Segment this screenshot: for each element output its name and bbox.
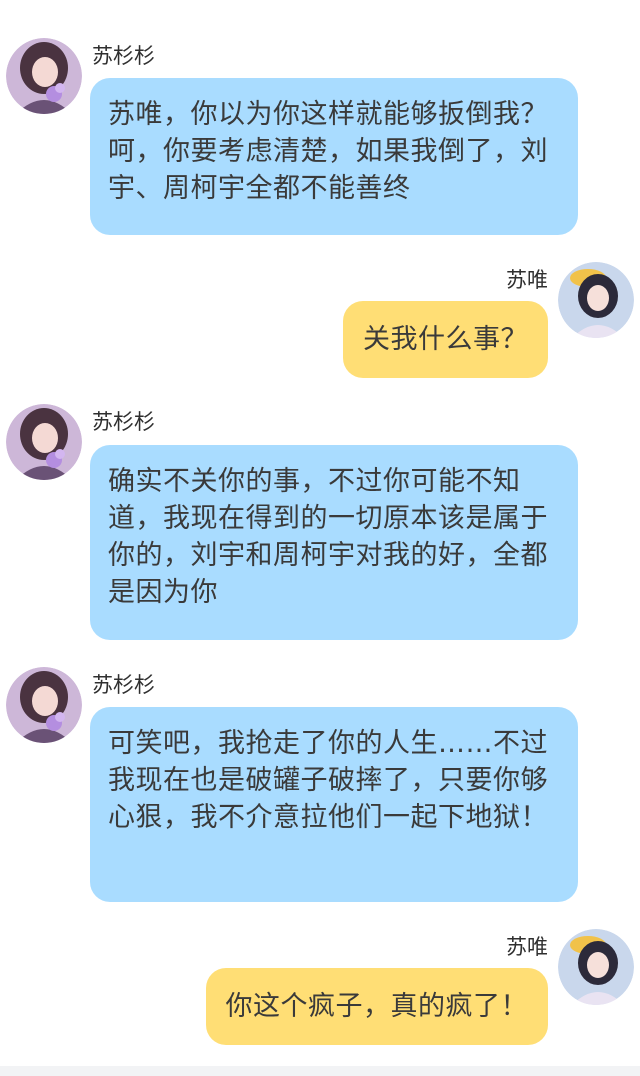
- message-bubble[interactable]: 确实不关你的事，不过你可能不知道，我现在得到的一切原本该是属于你的，刘宇和周柯宇…: [90, 445, 578, 640]
- sender-name: 苏杉杉: [92, 410, 155, 434]
- bottom-divider: [0, 1066, 640, 1076]
- sender-name: 苏杉杉: [92, 673, 155, 697]
- sender-name: 苏唯: [506, 935, 548, 959]
- chat-thread: 苏杉杉 苏唯，你以为你这样就能够扳倒我？呵，你要考虑清楚，如果我倒了，刘宇、周柯…: [0, 0, 640, 1076]
- avatar-suwei-icon[interactable]: [558, 262, 634, 338]
- message-text: 可笑吧，我抢走了你的人生……不过我现在也是破罐子破摔了，只要你够心狠，我不介意拉…: [108, 728, 548, 833]
- message-text: 你这个疯子，真的疯了！: [225, 991, 528, 1022]
- message-text: 关我什么事？: [363, 324, 528, 355]
- avatar-suwei-icon[interactable]: [558, 929, 634, 1005]
- message-bubble[interactable]: 你这个疯子，真的疯了！: [205, 968, 548, 1045]
- sender-name: 苏唯: [506, 268, 548, 292]
- avatar-susanshan-icon[interactable]: [6, 404, 82, 480]
- message-text: 确实不关你的事，不过你可能不知道，我现在得到的一切原本该是属于你的，刘宇和周柯宇…: [108, 466, 548, 608]
- message-bubble[interactable]: 可笑吧，我抢走了你的人生……不过我现在也是破罐子破摔了，只要你够心狠，我不介意拉…: [90, 707, 578, 902]
- message-bubble[interactable]: 苏唯，你以为你这样就能够扳倒我？呵，你要考虑清楚，如果我倒了，刘宇、周柯宇全都不…: [90, 78, 578, 235]
- message-text: 苏唯，你以为你这样就能够扳倒我？呵，你要考虑清楚，如果我倒了，刘宇、周柯宇全都不…: [108, 99, 548, 204]
- avatar-susanshan-icon[interactable]: [6, 667, 82, 743]
- message-bubble[interactable]: 关我什么事？: [343, 301, 548, 378]
- sender-name: 苏杉杉: [92, 44, 155, 68]
- avatar-susanshan-icon[interactable]: [6, 38, 82, 114]
